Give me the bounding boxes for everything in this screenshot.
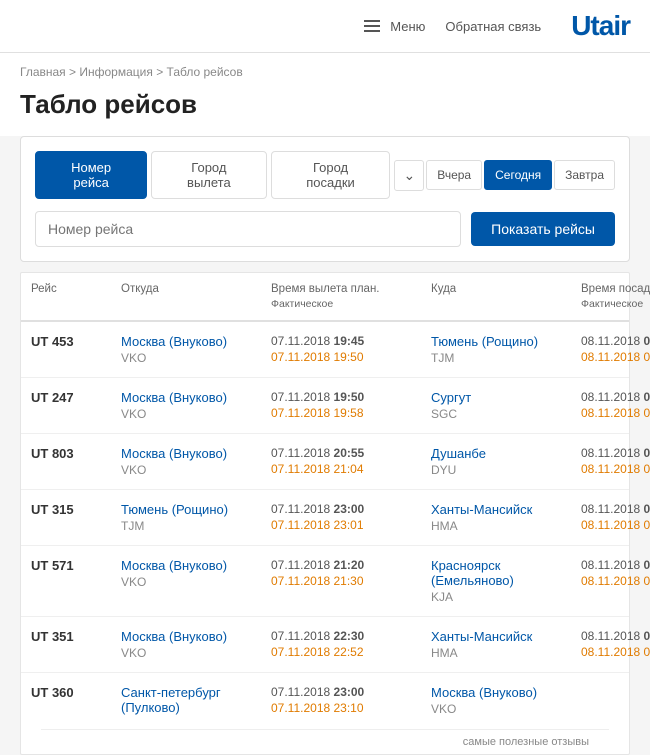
col-dep-time: Время вылета план. Фактическое [271,281,431,312]
breadcrumb-sep1: > [69,65,79,79]
arr-time: 08.11.2018 03:05 08.11.2018 02:55 [581,446,650,476]
flight-number: UT 351 [31,629,121,644]
dep-time: 07.11.2018 19:50 07.11.2018 19:58 [271,390,431,420]
from-city: Тюмень (Рощино) TJM [121,502,271,533]
flight-number: UT 360 [31,685,121,700]
tab-departure-city[interactable]: Город вылета [151,151,266,199]
date-yesterday[interactable]: Вчера [426,160,482,190]
col-arr-time: Время посадки план. Фактическое [581,281,650,312]
search-input[interactable] [35,211,461,247]
from-city: Санкт-петербург (Пулково) [121,685,271,717]
dep-time: 07.11.2018 19:45 07.11.2018 19:50 [271,334,431,364]
table-header: Рейс Откуда Время вылета план. Фактическ… [21,273,629,322]
logo: Utair [571,10,630,42]
from-city: Москва (Внуково) VKO [121,558,271,589]
breadcrumb-current: Табло рейсов [167,65,243,79]
feedback-link[interactable]: Обратная связь [445,19,541,34]
search-row: Показать рейсы [35,211,615,247]
flight-number: UT 315 [31,502,121,517]
arr-time: 08.11.2018 01:00 08.11.2018 00:47 [581,390,650,420]
search-button[interactable]: Показать рейсы [471,212,615,246]
breadcrumb: Главная > Информация > Табло рейсов [0,53,650,85]
flight-number: UT 247 [31,390,121,405]
flight-number: UT 571 [31,558,121,573]
dep-time: 07.11.2018 23:00 07.11.2018 23:10 [271,685,431,715]
page-title: Табло рейсов [0,85,650,136]
table-row: UT 453 Москва (Внуково) VKO 07.11.2018 1… [21,322,629,378]
dep-time: 07.11.2018 21:20 07.11.2018 21:30 [271,558,431,588]
flights-table: Рейс Откуда Время вылета план. Фактическ… [20,272,630,755]
breadcrumb-sep2: > [156,65,166,79]
arr-time: 08.11.2018 00:30 08.11.2018 00:13 [581,334,650,364]
table-row: UT 351 Москва (Внуково) VKO 07.11.2018 2… [21,617,629,673]
arr-time: 08.11.2018 03:40 08.11.2018 03:26 [581,629,650,659]
search-tabs: Номер рейса Город вылета Город посадки ⌄… [35,151,615,199]
footer-note: самые полезные отзывы [41,729,609,754]
arr-time: 08.11.2018 06:05 08.11.2018 05:38 [581,558,650,588]
table-row: UT 803 Москва (Внуково) VKO 07.11.2018 2… [21,434,629,490]
breadcrumb-info[interactable]: Информация [79,65,152,79]
menu-link[interactable]: Меню [390,19,425,34]
menu-icon [364,20,380,32]
date-nav-prev[interactable]: ⌄ [394,160,424,191]
to-city: Сургут SGC [431,390,581,421]
tab-flight-number[interactable]: Номер рейса [35,151,147,199]
header-nav: Меню [364,19,425,34]
header: Меню Обратная связь Utair [0,0,650,53]
search-panel: Номер рейса Город вылета Город посадки ⌄… [20,136,630,262]
table-row: UT 247 Москва (Внуково) VKO 07.11.2018 1… [21,378,629,434]
table-row: UT 571 Москва (Внуково) VKO 07.11.2018 2… [21,546,629,617]
from-city: Москва (Внуково) VKO [121,390,271,421]
date-selector: ⌄ Вчера Сегодня Завтра [394,160,615,191]
to-city: Красноярск (Емельяново) KJA [431,558,581,604]
to-city: Москва (Внуково) VKO [431,685,581,716]
date-tomorrow[interactable]: Завтра [554,160,615,190]
from-city: Москва (Внуково) VKO [121,446,271,477]
dep-time: 07.11.2018 22:30 07.11.2018 22:52 [271,629,431,659]
col-to: Куда [431,281,581,312]
dep-time: 07.11.2018 23:00 07.11.2018 23:01 [271,502,431,532]
from-city: Москва (Внуково) VKO [121,629,271,660]
arr-time [581,685,650,687]
to-city: Тюмень (Рощино) TJM [431,334,581,365]
tab-arrival-city[interactable]: Город посадки [271,151,391,199]
table-row: UT 315 Тюмень (Рощино) TJM 07.11.2018 23… [21,490,629,546]
from-city: Москва (Внуково) VKO [121,334,271,365]
flight-number: UT 803 [31,446,121,461]
col-flight: Рейс [31,281,121,312]
breadcrumb-home[interactable]: Главная [20,65,66,79]
col-from: Откуда [121,281,271,312]
table-row: UT 360 Санкт-петербург (Пулково) 07.11.2… [21,673,629,729]
arr-time: 08.11.2018 00:20 08.11.2018 00:11 [581,502,650,532]
to-city: Ханты-Мансийск HMA [431,502,581,533]
date-today[interactable]: Сегодня [484,160,552,190]
table-body: UT 453 Москва (Внуково) VKO 07.11.2018 1… [21,322,629,729]
dep-time: 07.11.2018 20:55 07.11.2018 21:04 [271,446,431,476]
flight-number: UT 453 [31,334,121,349]
to-city: Ханты-Мансийск HMA [431,629,581,660]
to-city: Душанбе DYU [431,446,581,477]
